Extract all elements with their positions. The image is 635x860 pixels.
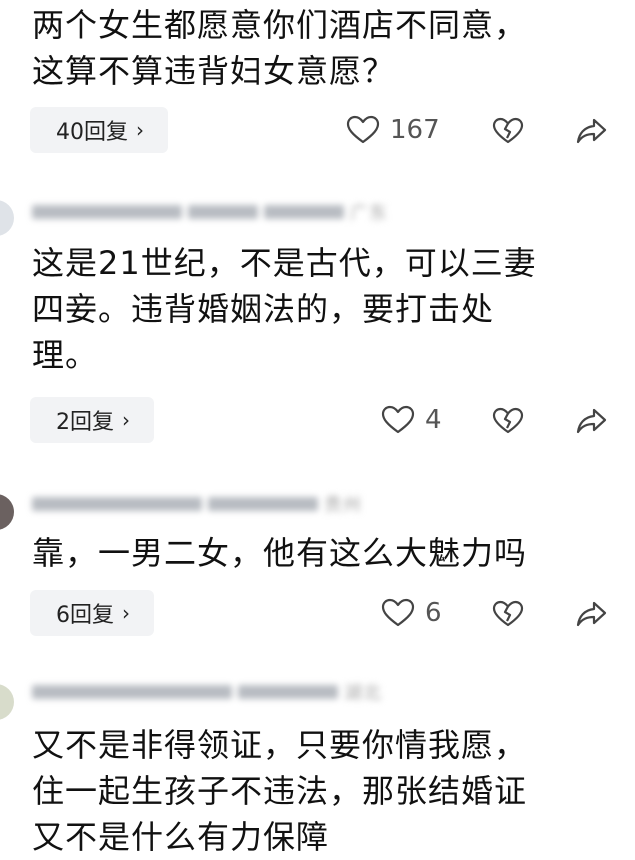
comment-time: [238, 685, 338, 699]
share-arrow-icon[interactable]: [576, 600, 608, 628]
comment-text: 又不是非得领证，只要你情我愿， 住一起生孩子不违法，那张结婚证 又不是什么有力保…: [32, 722, 622, 860]
comment-line: 又不是非得领证，只要你情我愿，: [32, 726, 528, 764]
replies-label: 40回复: [56, 120, 128, 145]
replies-button[interactable]: 40回复 ›: [30, 107, 168, 153]
like-button[interactable]: 4: [381, 405, 442, 435]
share-arrow-icon[interactable]: [576, 117, 608, 145]
comment-meta: 广东: [32, 200, 452, 224]
comment-line: 这算不算违背妇女意愿？: [32, 52, 396, 90]
broken-heart-icon[interactable]: [492, 117, 524, 145]
like-button[interactable]: 6: [381, 598, 442, 628]
comment-line: 理。: [32, 336, 99, 374]
comment-line: 四妾。违背婚姻法的，要打击处: [32, 290, 495, 328]
heart-outline-icon: [381, 598, 415, 628]
author-name[interactable]: [32, 685, 232, 699]
comment-line: 靠，一男二女，他有这么大魅力吗: [32, 534, 528, 572]
comment-location: 广东: [350, 203, 388, 224]
comment-line: 这是21世纪，不是古代，可以三妻: [32, 244, 537, 282]
comment-location: 贵州: [324, 495, 362, 516]
like-count: 167: [390, 115, 440, 145]
chevron-right-icon: ›: [136, 118, 144, 142]
comment-line: 又不是什么有力保障: [32, 818, 330, 856]
comment-line: 两个女生都愿意你们酒店不同意，: [32, 6, 528, 44]
replies-label: 6回复: [56, 603, 114, 628]
comment-line: 住一起生孩子不违法，那张结婚证: [32, 772, 528, 810]
avatar[interactable]: [0, 200, 14, 236]
broken-heart-icon[interactable]: [492, 407, 524, 435]
comment-meta: 湖北: [32, 680, 452, 704]
share-arrow-icon[interactable]: [576, 407, 608, 435]
comment-time: [208, 497, 318, 511]
comment-meta: 贵州: [32, 492, 452, 516]
comment-actions: 4: [381, 397, 442, 443]
comment-location: 湖北: [344, 683, 382, 704]
comment-time-2: [264, 205, 344, 219]
like-count: 6: [425, 598, 442, 628]
chevron-right-icon: ›: [122, 601, 130, 625]
broken-heart-icon[interactable]: [492, 600, 524, 628]
author-name[interactable]: [32, 497, 202, 511]
like-count: 4: [425, 405, 442, 435]
replies-button[interactable]: 6回复 ›: [30, 590, 154, 636]
comment-text: 两个女生都愿意你们酒店不同意， 这算不算违背妇女意愿？: [32, 2, 622, 94]
chevron-right-icon: ›: [122, 408, 130, 432]
replies-button[interactable]: 2回复 ›: [30, 397, 154, 443]
avatar[interactable]: [0, 684, 14, 720]
replies-label: 2回复: [56, 410, 114, 435]
heart-outline-icon: [381, 405, 415, 435]
comment-text: 靠，一男二女，他有这么大魅力吗: [32, 530, 622, 576]
comment-time: [188, 205, 258, 219]
comment-actions: 6: [381, 590, 442, 636]
comment-actions: 167: [346, 107, 440, 153]
heart-outline-icon: [346, 115, 380, 145]
comment-text: 这是21世纪，不是古代，可以三妻 四妾。违背婚姻法的，要打击处 理。: [32, 240, 622, 378]
author-name[interactable]: [32, 205, 182, 219]
like-button[interactable]: 167: [346, 115, 440, 145]
avatar[interactable]: [0, 494, 14, 530]
